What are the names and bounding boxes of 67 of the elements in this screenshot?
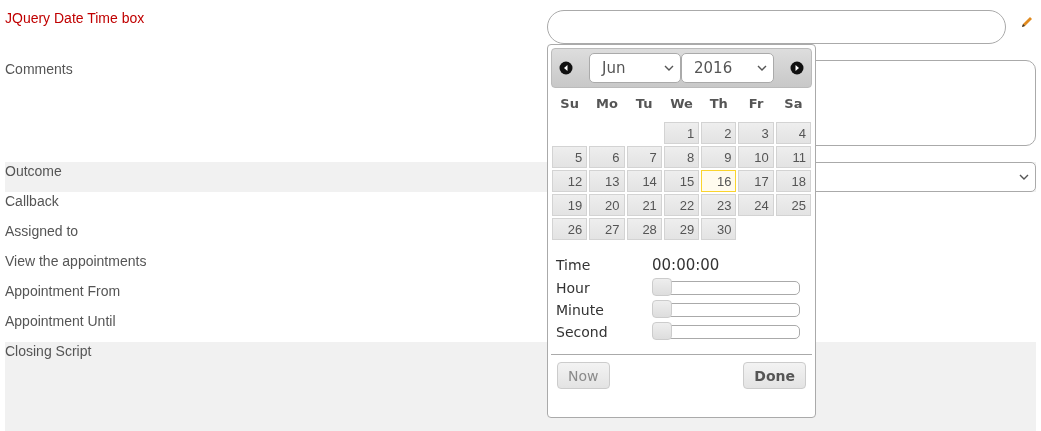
day-cell[interactable]: 25: [775, 194, 811, 216]
field-label: Closing Script: [5, 342, 93, 359]
day-cell[interactable]: 14: [626, 170, 662, 192]
field-label: Callback: [5, 192, 60, 209]
day-cell[interactable]: 17: [738, 170, 774, 192]
day-cell[interactable]: 13: [589, 170, 625, 192]
time-value: 00:00:00: [652, 256, 721, 274]
weekday-label: Su: [559, 95, 580, 113]
field-label: Assigned to: [5, 222, 80, 239]
day-cell[interactable]: 6: [589, 146, 625, 168]
slider-track[interactable]: [652, 281, 800, 295]
chevron-down-icon: [757, 65, 767, 71]
day-cell[interactable]: 29: [663, 218, 700, 240]
slider-label: Second: [556, 324, 609, 340]
day-cell[interactable]: 28: [626, 218, 662, 240]
day-cell[interactable]: 27: [589, 218, 625, 240]
day-cell[interactable]: 2: [701, 122, 737, 144]
weekday-label: We: [669, 95, 694, 113]
day-cell[interactable]: 8: [663, 146, 700, 168]
day-cell[interactable]: 1: [663, 122, 700, 144]
day-cell[interactable]: 10: [738, 146, 774, 168]
chevron-down-icon: [664, 65, 674, 71]
slider-thumb[interactable]: [652, 300, 672, 318]
slider-thumb[interactable]: [652, 278, 672, 296]
previous-icon[interactable]: [559, 61, 573, 75]
date-time-field[interactable]: [547, 10, 1006, 44]
done-button[interactable]: Done: [743, 362, 806, 389]
field-label: Comments: [5, 60, 74, 77]
pencil-icon[interactable]: [1020, 15, 1034, 29]
day-cell[interactable]: 22: [663, 194, 700, 216]
slider-thumb[interactable]: [652, 322, 672, 340]
chevron-down-icon: [1019, 174, 1029, 180]
day-cell[interactable]: 26: [552, 218, 588, 240]
time-label: Time: [556, 257, 592, 273]
day-cell[interactable]: 24: [738, 194, 774, 216]
day-cell[interactable]: 16: [701, 170, 737, 192]
day-cell[interactable]: 12: [552, 170, 588, 192]
day-cell[interactable]: 30: [701, 218, 737, 240]
weekday-label: Sa: [783, 95, 804, 113]
weekday-label: Tu: [634, 95, 654, 113]
year-select[interactable]: 2016: [681, 53, 774, 83]
day-cell[interactable]: 9: [701, 146, 737, 168]
field-label: Appointment From: [5, 282, 122, 299]
slider-track[interactable]: [652, 325, 800, 339]
day-cell[interactable]: 11: [775, 146, 811, 168]
month-select[interactable]: Jun: [589, 53, 681, 83]
field-label: JQuery Date Time box: [5, 9, 146, 26]
day-cell[interactable]: 19: [552, 194, 588, 216]
next-icon[interactable]: [790, 61, 804, 75]
field-label: View the appointments: [5, 252, 148, 269]
day-cell[interactable]: 4: [775, 122, 811, 144]
day-cell[interactable]: 7: [626, 146, 662, 168]
field-label: Outcome: [5, 162, 63, 179]
day-cell[interactable]: 20: [589, 194, 625, 216]
day-cell[interactable]: 21: [626, 194, 662, 216]
slider-label: Hour: [556, 280, 591, 296]
weekday-label: Fr: [747, 95, 765, 113]
slider-label: Minute: [556, 302, 605, 318]
day-cell[interactable]: 3: [738, 122, 774, 144]
field-label: Appointment Until: [5, 312, 117, 329]
day-cell[interactable]: 18: [775, 170, 811, 192]
day-cell[interactable]: 15: [663, 170, 700, 192]
day-cell[interactable]: 23: [701, 194, 737, 216]
weekday-label: Th: [708, 95, 729, 113]
weekday-label: Mo: [595, 95, 619, 113]
day-cell[interactable]: 5: [552, 146, 588, 168]
slider-track[interactable]: [652, 303, 800, 317]
